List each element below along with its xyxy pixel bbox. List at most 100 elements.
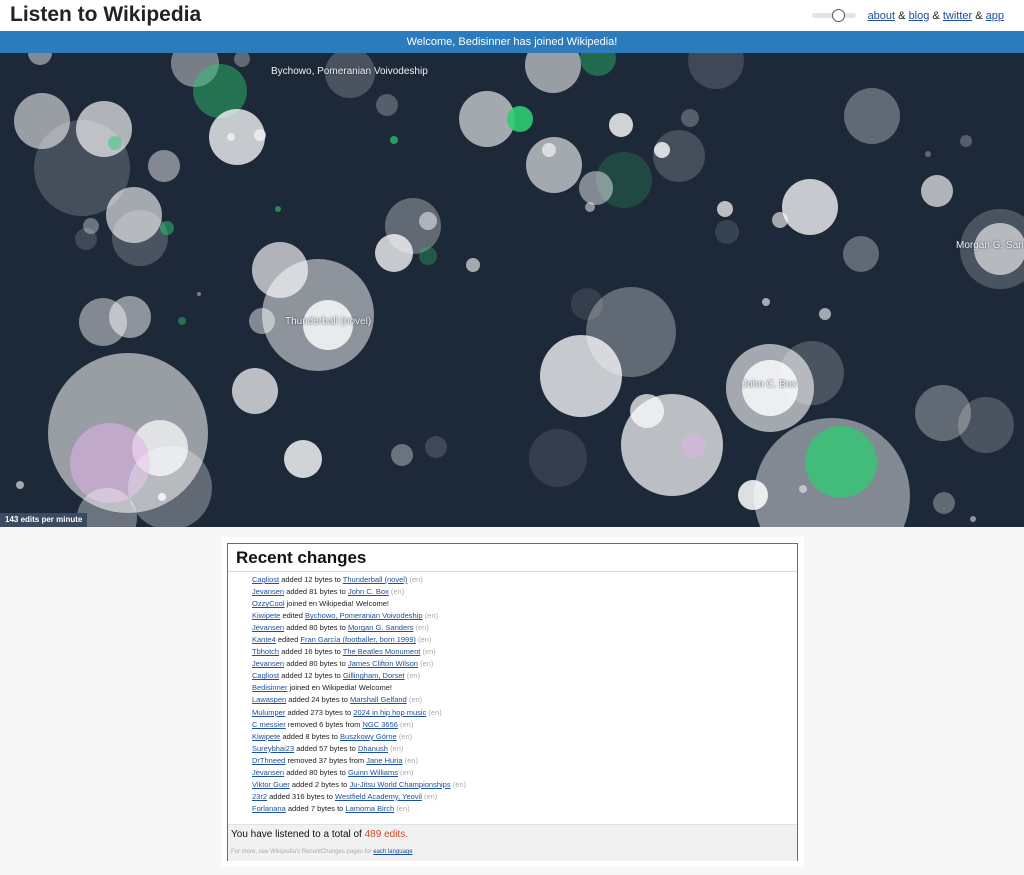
- edit-bubble: [160, 221, 174, 235]
- recent-changes-list: Cagliost added 12 bytes to Thunderball (…: [252, 574, 466, 815]
- user-link[interactable]: Jevansen: [252, 768, 284, 777]
- user-link[interactable]: Kiwipete: [252, 611, 280, 620]
- user-link[interactable]: Jevansen: [252, 587, 284, 596]
- edit-bubble: [579, 171, 613, 205]
- edit-action: removed 6 bytes from: [287, 719, 361, 729]
- edit-bubble: [375, 234, 413, 272]
- user-link[interactable]: Jevansen: [252, 659, 284, 668]
- article-link[interactable]: Marshall Gelfand: [350, 695, 407, 704]
- edit-bubble: [390, 136, 398, 144]
- language-tag: (en): [409, 575, 423, 584]
- user-link[interactable]: Tbhotch: [252, 647, 279, 656]
- edit-action: added 80 bytes to: [286, 767, 346, 777]
- top-links: about & blog & twitter & app: [868, 10, 1004, 22]
- edit-bubble: [75, 228, 97, 250]
- edit-bubble: [609, 113, 633, 137]
- language-tag: (en): [423, 791, 438, 801]
- edit-visualization[interactable]: Bychowo, Pomeranian Voivodeship Morgan G…: [0, 53, 1024, 527]
- edit-bubble: [762, 298, 770, 306]
- user-link[interactable]: 23r2: [252, 792, 267, 801]
- edit-action: added 12 bytes to: [281, 671, 341, 681]
- user-link[interactable]: Lawaspen: [252, 695, 286, 704]
- link-separator: &: [975, 10, 983, 22]
- about-link[interactable]: about: [868, 10, 896, 22]
- article-link[interactable]: Ju-Jitsu World Championships: [349, 780, 450, 789]
- edit-bubble: [28, 53, 52, 65]
- article-link[interactable]: NGC 3656: [362, 720, 397, 729]
- list-item: Kante4 edited Fran García (footballer, b…: [252, 634, 466, 646]
- edit-bubble: [108, 136, 122, 150]
- article-link[interactable]: Thunderball (novel): [343, 575, 408, 584]
- edit-bubble: [112, 210, 168, 266]
- more-info-line: For more, see Wikipedia's RecentChanges …: [231, 849, 413, 855]
- edit-bubble: [234, 53, 250, 67]
- edit-bubble: [391, 444, 413, 466]
- user-link[interactable]: Bedisinner: [252, 683, 287, 692]
- edit-bubble: [782, 179, 838, 235]
- user-link[interactable]: OzzyCool: [252, 599, 285, 608]
- article-link[interactable]: Morgan G. Sanders: [348, 623, 413, 632]
- edit-bubble: [540, 335, 622, 417]
- blog-link[interactable]: blog: [909, 10, 930, 22]
- article-link[interactable]: James Clifton Wilson: [348, 659, 418, 668]
- edit-bubble: [772, 212, 788, 228]
- user-link[interactable]: Jevansen: [252, 623, 284, 632]
- total-edits-label: You have listened to a total of: [231, 829, 362, 840]
- recent-changes-title: Recent changes: [236, 548, 367, 567]
- user-link[interactable]: Kiwipete: [252, 732, 280, 741]
- header-bar: Listen to Wikipedia about & blog & twitt…: [0, 0, 1024, 31]
- list-item: DrThneed removed 37 bytes from Jane Huri…: [252, 755, 466, 767]
- edit-bubble: [419, 247, 437, 265]
- language-tag: (en): [400, 719, 414, 729]
- bubble-label-john-box[interactable]: John C. Box: [742, 379, 796, 390]
- user-link[interactable]: Cagliost: [252, 575, 279, 584]
- user-link[interactable]: C messier: [252, 720, 286, 729]
- article-link[interactable]: Fran García (footballer, born 1999): [300, 635, 415, 644]
- edit-action: added 81 bytes to: [286, 587, 346, 597]
- article-link[interactable]: Gillingham, Dorset: [343, 671, 405, 680]
- article-link[interactable]: John C. Box: [348, 587, 389, 596]
- each-language-link[interactable]: each language: [373, 849, 412, 855]
- article-link[interactable]: The Beatles Monument: [343, 647, 421, 656]
- edit-bubble: [525, 53, 581, 93]
- user-link[interactable]: Sureybhai23: [252, 744, 294, 753]
- article-link[interactable]: Dhanush: [358, 744, 388, 753]
- user-link[interactable]: Kante4: [252, 635, 276, 644]
- edit-bubble: [529, 429, 587, 487]
- user-link[interactable]: Viktor Guer: [252, 780, 290, 789]
- user-link[interactable]: Mulumper: [252, 708, 285, 717]
- edit-bubble: [682, 434, 706, 458]
- edit-bubble: [249, 308, 275, 334]
- article-link[interactable]: 2024 in hip hop music: [353, 708, 426, 717]
- bubble-label-bychowo[interactable]: Bychowo, Pomeranian Voivodeship: [271, 66, 428, 77]
- article-link[interactable]: Lamorna Birch: [345, 804, 394, 813]
- edit-bubble: [844, 88, 900, 144]
- article-link[interactable]: Buszkowy Górne: [340, 732, 397, 741]
- edit-action: added 16 bytes to: [281, 647, 341, 657]
- bubble-label-thunderball[interactable]: Thunderball (novel): [285, 316, 371, 327]
- list-item: Bedisinner joined en Wikipedia! Welcome!: [252, 682, 466, 694]
- article-link[interactable]: Guinn Williams: [348, 768, 398, 777]
- article-link[interactable]: Bychowo, Pomeranian Voivodeship: [305, 611, 423, 620]
- recent-changes-footer: You have listened to a total of 489 edit…: [228, 824, 797, 861]
- list-item: Jevansen added 80 bytes to James Clifton…: [252, 658, 466, 670]
- list-item: Jevansen added 80 bytes to Guinn William…: [252, 767, 466, 779]
- article-link[interactable]: Jane Huria: [366, 756, 402, 765]
- list-item: Jevansen added 80 bytes to Morgan G. San…: [252, 622, 466, 634]
- app-link[interactable]: app: [986, 10, 1004, 22]
- edit-bubble: [128, 446, 212, 527]
- bubble-label-morgan-sanders[interactable]: Morgan G. Sanders: [956, 240, 1024, 251]
- edit-action: added 8 bytes to: [282, 731, 338, 741]
- edit-action: joined en Wikipedia! Welcome!: [286, 599, 390, 609]
- user-link[interactable]: DrThneed: [252, 756, 285, 765]
- more-info-text: For more, see Wikipedia's RecentChanges …: [231, 849, 372, 855]
- language-tag: (en): [404, 755, 418, 765]
- user-link[interactable]: Forlanana: [252, 804, 286, 813]
- edit-action: added 273 bytes to: [287, 707, 352, 717]
- article-link[interactable]: Westfield Academy, Yeovil: [335, 792, 422, 801]
- twitter-link[interactable]: twitter: [943, 10, 972, 22]
- user-link[interactable]: Cagliost: [252, 671, 279, 680]
- total-edits-line: You have listened to a total of 489 edit…: [231, 829, 408, 840]
- bubble-group: [14, 53, 1024, 527]
- volume-slider-handle[interactable]: [832, 9, 845, 22]
